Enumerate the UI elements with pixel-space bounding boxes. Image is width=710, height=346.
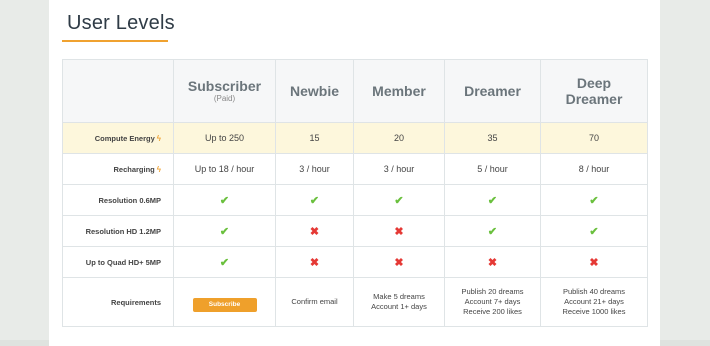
cross-icon: ✖: [487, 257, 498, 269]
feature-cell: ✔: [173, 215, 276, 247]
header-corner: [62, 59, 174, 123]
check-icon: ✔: [487, 226, 498, 238]
plan-name: Deep Dreamer: [565, 75, 623, 107]
plan-subtitle: (Paid): [213, 94, 236, 103]
plan-name: Newbie: [289, 83, 339, 99]
feature-cell: ✔: [540, 184, 648, 216]
requirement-cell: Make 5 dreams Account 1+ days: [353, 277, 445, 327]
check-icon: ✔: [219, 257, 230, 269]
plan-name: Member: [372, 83, 426, 99]
page-title: User Levels: [67, 12, 175, 34]
plan-header-newbie: Newbie: [275, 59, 354, 123]
bolt-icon: ϟ: [156, 133, 161, 143]
resolution-06-row: Resolution 0.6MP ✔ ✔ ✔ ✔ ✔: [62, 184, 648, 216]
requirement-line: Account 21+ days: [564, 297, 624, 306]
user-levels-table: Subscriber (Paid) Newbie Member Dreamer D…: [62, 59, 648, 327]
requirement-cell: Publish 20 dreams Account 7+ days Receive …: [444, 277, 541, 327]
title-underline: [62, 40, 168, 42]
requirement-line: Receive 1000 likes: [562, 307, 626, 316]
feature-cell: ✔: [173, 184, 276, 216]
row-label: Requirements: [62, 277, 174, 327]
cell-value: 8 / hour: [540, 153, 648, 185]
recharging-row: Recharging ϟ Up to 18 / hour 3 / hour 3 /…: [62, 153, 648, 185]
check-icon: ✔: [589, 195, 599, 207]
feature-cell: ✔: [353, 184, 445, 216]
requirement-line: Account 1+ days: [371, 302, 427, 311]
subscribe-button[interactable]: Subscribe: [192, 297, 257, 312]
resolution-12-row: Resolution HD 1.2MP ✔ ✖ ✖ ✔ ✔: [62, 215, 648, 247]
plan-header-subscriber: Subscriber (Paid): [173, 59, 276, 123]
feature-cell: ✖: [275, 215, 354, 247]
cross-icon: ✖: [309, 226, 320, 238]
resolution-5mp-row: Up to Quad HD+ 5MP ✔ ✖ ✖ ✖ ✖: [62, 246, 648, 278]
row-label-text: Recharging: [113, 164, 155, 174]
requirements-row: Requirements Subscribe Confirm email Mak…: [62, 277, 648, 327]
cell-value: 35: [444, 122, 541, 154]
feature-cell: ✔: [444, 215, 541, 247]
check-icon: ✔: [309, 195, 320, 207]
requirement-line: Publish 40 dreams: [562, 287, 626, 296]
plan-name: Dreamer: [464, 83, 521, 99]
bolt-icon: ϟ: [156, 164, 161, 174]
cross-icon: ✖: [394, 226, 404, 238]
cell-value: 3 / hour: [353, 153, 445, 185]
row-label: Resolution HD 1.2MP: [62, 215, 174, 247]
cell-value: 3 / hour: [275, 153, 354, 185]
feature-cell: ✖: [444, 246, 541, 278]
check-icon: ✔: [219, 226, 230, 238]
requirement-line: Make 5 dreams: [373, 292, 425, 301]
row-label: Up to Quad HD+ 5MP: [62, 246, 174, 278]
cross-icon: ✖: [589, 257, 599, 269]
feature-cell: ✖: [275, 246, 354, 278]
requirement-cell: Publish 40 dreams Account 21+ days Receive…: [540, 277, 648, 327]
feature-cell: ✖: [353, 215, 445, 247]
cell-value: Up to 250: [173, 122, 276, 154]
cell-value: 20: [353, 122, 445, 154]
check-icon: ✔: [589, 226, 599, 238]
plan-header-member: Member: [353, 59, 445, 123]
cell-value: 15: [275, 122, 354, 154]
feature-cell: ✖: [540, 246, 648, 278]
compute-energy-row: Compute Energy ϟ Up to 250 15 20 35 70: [62, 122, 648, 154]
feature-cell: ✔: [540, 215, 648, 247]
requirement-line: Confirm email: [291, 297, 338, 306]
feature-cell: ✔: [173, 246, 276, 278]
plan-header-dreamer: Dreamer: [444, 59, 541, 123]
cell-value: 5 / hour: [444, 153, 541, 185]
requirement-cell: Subscribe: [173, 277, 276, 327]
plan-name: Subscriber: [187, 78, 262, 94]
plan-header-deep-dreamer: Deep Dreamer: [540, 59, 648, 123]
feature-cell: ✔: [275, 184, 354, 216]
check-icon: ✔: [219, 195, 230, 207]
requirement-line: Receive 200 likes: [463, 307, 522, 316]
cross-icon: ✖: [309, 257, 320, 269]
requirement-line: Publish 20 dreams: [461, 287, 524, 296]
plan-header-row: Subscriber (Paid) Newbie Member Dreamer D…: [62, 59, 648, 123]
requirement-cell: Confirm email: [275, 277, 354, 327]
row-label: Recharging ϟ: [62, 153, 174, 185]
check-icon: ✔: [394, 195, 404, 207]
row-label: Resolution 0.6MP: [62, 184, 174, 216]
requirement-line: Account 7+ days: [464, 297, 521, 306]
cell-value: Up to 18 / hour: [173, 153, 276, 185]
feature-cell: ✔: [444, 184, 541, 216]
row-label-text: Compute Energy: [94, 133, 155, 143]
cell-value: 70: [540, 122, 648, 154]
row-label: Compute Energy ϟ: [62, 122, 174, 154]
feature-cell: ✖: [353, 246, 445, 278]
cross-icon: ✖: [394, 257, 404, 269]
check-icon: ✔: [487, 195, 498, 207]
